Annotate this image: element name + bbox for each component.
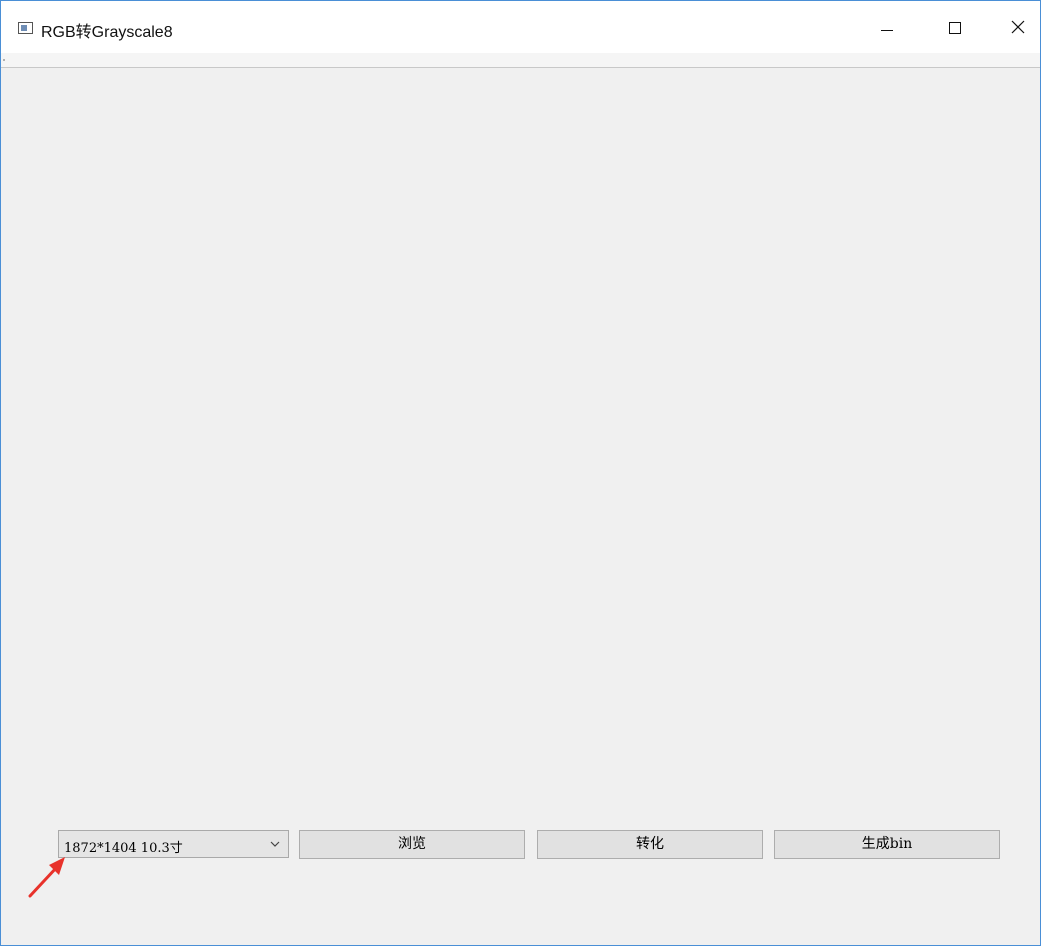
close-button[interactable]	[994, 1, 1040, 53]
chevron-down-icon	[270, 841, 280, 847]
title-bar[interactable]: RGB转Grayscale8	[1, 1, 1040, 53]
maximize-button[interactable]	[932, 1, 978, 53]
window-title: RGB转Grayscale8	[41, 24, 173, 41]
minimize-button[interactable]	[864, 1, 910, 53]
red-arrow-annotation-icon	[28, 857, 65, 898]
app-window: RGB转Grayscale8 1872*1404 10.3寸 浏览 转化 生成b…	[0, 0, 1041, 946]
browse-button[interactable]: 浏览	[299, 830, 525, 859]
resolution-select-value: 1872*1404 10.3寸	[64, 841, 183, 856]
menu-bar-marker	[3, 59, 5, 61]
close-icon	[1011, 20, 1025, 34]
convert-button[interactable]: 转化	[537, 830, 763, 859]
generate-bin-button[interactable]: 生成bin	[774, 830, 1000, 859]
resolution-select[interactable]: 1872*1404 10.3寸	[58, 830, 289, 858]
client-area	[1, 68, 1040, 945]
minimize-icon	[881, 30, 893, 31]
maximize-icon	[949, 22, 961, 34]
app-window-icon[interactable]	[18, 22, 33, 34]
menu-bar	[1, 53, 1040, 68]
